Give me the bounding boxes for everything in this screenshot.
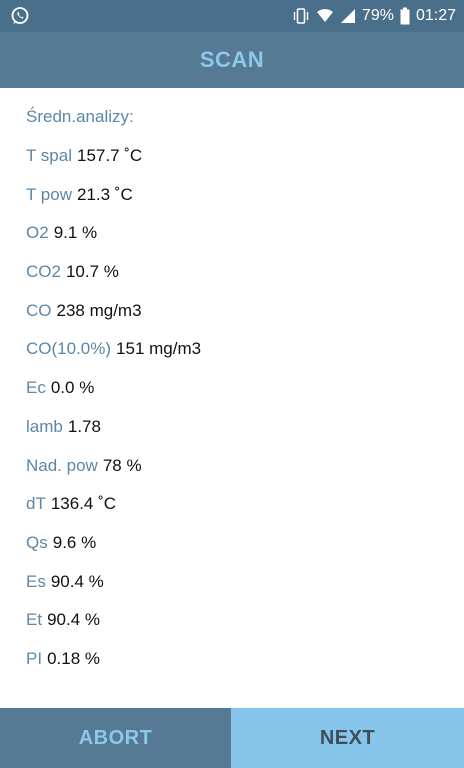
result-value: 78 % (102, 455, 142, 475)
result-value: 157.7 ˚C (77, 146, 143, 166)
result-label: Et (26, 610, 43, 630)
page-title: SCAN (199, 47, 265, 72)
result-value: 238 mg/m3 (56, 300, 142, 320)
result-row: Ec 0.0 % (26, 369, 464, 408)
result-row: PI 0.18 % (26, 640, 464, 679)
bottom-action-bar: ABORT NEXT (0, 708, 464, 768)
result-label: Ec (26, 378, 46, 398)
result-value: 9.1 % (53, 223, 98, 243)
result-label: CO(10.0%) (26, 339, 112, 359)
result-label: lamb (26, 416, 63, 436)
result-row: dT 136.4 ˚C (26, 485, 464, 524)
result-row: T pow 21.3 ˚C (26, 175, 464, 214)
result-value: 0.0 % (50, 378, 95, 398)
result-row: lamb 1.78 (26, 408, 464, 447)
status-bar: 79% 01:27 (0, 0, 464, 32)
result-label: T spal (26, 146, 72, 166)
battery-icon (400, 7, 410, 25)
result-value: 136.4 ˚C (50, 494, 117, 514)
result-row: O2 9.1 % (26, 214, 464, 253)
abort-button[interactable]: ABORT (0, 708, 231, 768)
result-label: PI (26, 648, 43, 668)
result-row: Et 90.4 % (26, 601, 464, 640)
result-value: 21.3 ˚C (77, 184, 133, 204)
results-heading-row: Średn.analizy: (26, 98, 464, 137)
vibrate-icon (292, 7, 310, 25)
result-label: O2 (26, 223, 49, 243)
whatsapp-icon (10, 6, 30, 26)
result-label: Nad. pow (26, 455, 98, 475)
clock: 01:27 (415, 7, 456, 24)
next-button[interactable]: NEXT (231, 708, 464, 768)
result-row: CO(10.0%) 151 mg/m3 (26, 330, 464, 369)
result-row: CO 238 mg/m3 (26, 291, 464, 330)
result-row: Es 90.4 % (26, 562, 464, 601)
result-label: dT (26, 494, 46, 514)
results-heading: Średn.analizy: (26, 107, 134, 127)
result-value: 90.4 % (47, 610, 100, 630)
result-value: 9.6 % (52, 532, 97, 552)
result-label: CO2 (26, 262, 61, 282)
result-label: Es (26, 571, 46, 591)
result-label: T pow (26, 184, 72, 204)
result-row: T spal 157.7 ˚C (26, 137, 464, 176)
result-label: CO (26, 300, 52, 320)
analysis-results: Średn.analizy: T spal 157.7 ˚C T pow 21.… (0, 88, 464, 708)
signal-icon (340, 8, 356, 24)
result-label: Qs (26, 532, 48, 552)
result-value: 90.4 % (50, 571, 104, 591)
wifi-icon (316, 8, 334, 24)
battery-percent: 79% (361, 7, 394, 24)
result-row: Qs 9.6 % (26, 524, 464, 563)
result-row: Nad. pow 78 % (26, 446, 464, 485)
result-row: CO2 10.7 % (26, 253, 464, 292)
result-value: 0.18 % (47, 648, 100, 668)
title-bar: SCAN (0, 32, 464, 88)
result-value: 1.78 (67, 416, 101, 436)
result-value: 10.7 % (65, 262, 119, 282)
result-value: 151 mg/m3 (116, 339, 202, 359)
